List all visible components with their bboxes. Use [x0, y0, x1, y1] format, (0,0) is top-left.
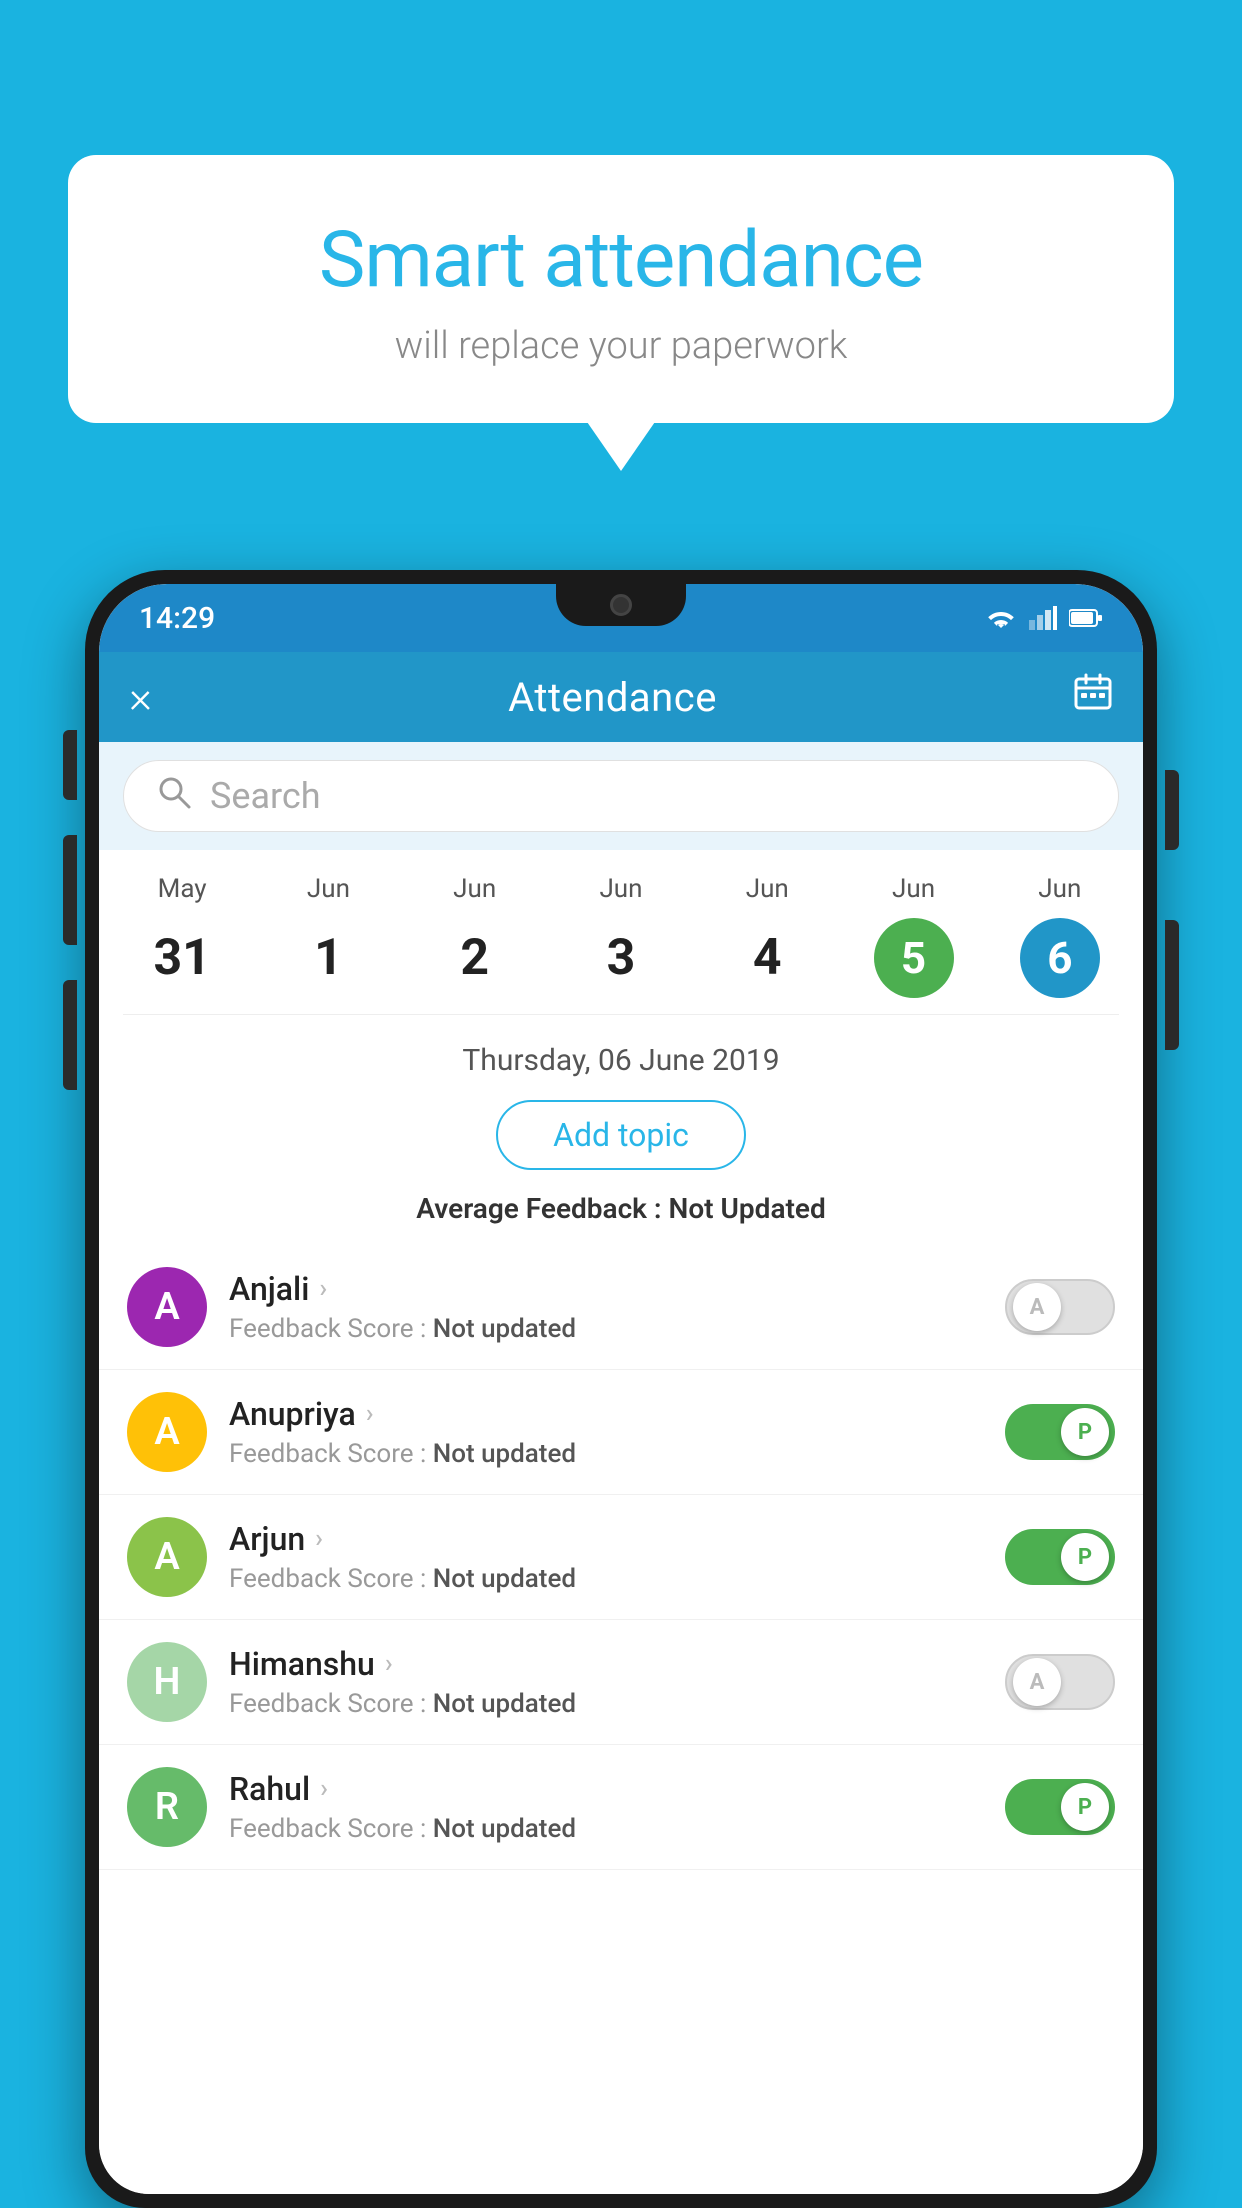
speech-bubble: Smart attendance will replace your paper… [68, 155, 1174, 423]
student-feedback: Feedback Score : Not updated [229, 1814, 983, 1844]
camera [610, 594, 632, 616]
student-name: Rahul › [229, 1770, 983, 1808]
student-feedback: Feedback Score : Not updated [229, 1314, 983, 1344]
search-bar[interactable]: Search [123, 760, 1119, 832]
student-item[interactable]: A Arjun › Feedback Score : Not updated P [99, 1495, 1143, 1620]
attendance-toggle[interactable]: A [1005, 1279, 1115, 1335]
avg-feedback-label: Average Feedback : [416, 1192, 668, 1225]
wifi-icon [985, 606, 1017, 630]
app-bar: × Attendance [99, 652, 1143, 742]
app-bar-title: Attendance [508, 674, 717, 721]
student-name: Anupriya › [229, 1395, 983, 1433]
date-info-section: Thursday, 06 June 2019 Add topic Average… [99, 1015, 1143, 1245]
students-list: AAnjali ›Feedback Score : Not updatedAAA… [99, 1245, 1143, 2194]
notch [556, 584, 686, 626]
cal-day-6[interactable]: Jun6 [1010, 874, 1110, 998]
student-avatar: A [127, 1267, 207, 1347]
left-button-1 [63, 730, 77, 800]
volume-button [1165, 770, 1179, 850]
student-avatar: R [127, 1767, 207, 1847]
attendance-toggle[interactable]: P [1005, 1779, 1115, 1835]
student-item[interactable]: H Himanshu › Feedback Score : Not updated A [99, 1620, 1143, 1745]
search-bar-container: Search [99, 742, 1143, 850]
calendar-button[interactable] [1073, 672, 1113, 722]
cal-day-1[interactable]: Jun1 [278, 874, 378, 998]
battery-icon [1069, 608, 1103, 628]
student-feedback: Feedback Score : Not updated [229, 1439, 983, 1469]
student-item[interactable]: A Anupriya › Feedback Score : Not updated P [99, 1370, 1143, 1495]
avg-feedback-value: Not Updated [669, 1192, 826, 1225]
student-name: Himanshu › [229, 1645, 983, 1683]
cal-day-5[interactable]: Jun5 [864, 874, 964, 998]
student-info: Himanshu › Feedback Score : Not updated [229, 1645, 983, 1719]
cal-day-0[interactable]: May31 [132, 874, 232, 998]
attendance-toggle[interactable]: P [1005, 1404, 1115, 1460]
status-time: 14:29 [139, 601, 215, 636]
phone-screen: 14:29 [99, 584, 1143, 2194]
attendance-toggle[interactable]: A [1005, 1654, 1115, 1710]
student-name: Arjun › [229, 1520, 983, 1558]
status-icons [985, 606, 1103, 630]
avg-feedback: Average Feedback : Not Updated [129, 1192, 1113, 1225]
cal-day-3[interactable]: Jun3 [571, 874, 671, 998]
selected-date: Thursday, 06 June 2019 [129, 1043, 1113, 1078]
bubble-title: Smart attendance [118, 215, 1124, 306]
student-item[interactable]: R Rahul › Feedback Score : Not updated P [99, 1745, 1143, 1870]
phone-frame: 14:29 [85, 570, 1157, 2208]
cal-day-4[interactable]: Jun4 [717, 874, 817, 998]
student-name: Anjali › [229, 1270, 983, 1308]
student-info: Anupriya › Feedback Score : Not updated [229, 1395, 983, 1469]
attendance-toggle[interactable]: P [1005, 1529, 1115, 1585]
status-bar: 14:29 [99, 584, 1143, 652]
student-feedback: Feedback Score : Not updated [229, 1564, 983, 1594]
student-info: Anjali › Feedback Score : Not updated [229, 1270, 983, 1344]
student-avatar: H [127, 1642, 207, 1722]
student-feedback: Feedback Score : Not updated [229, 1689, 983, 1719]
close-button[interactable]: × [129, 675, 152, 719]
cal-day-2[interactable]: Jun2 [425, 874, 525, 998]
volume-down-button [63, 980, 77, 1090]
search-icon [156, 774, 192, 819]
student-avatar: A [127, 1392, 207, 1472]
add-topic-button[interactable]: Add topic [496, 1100, 746, 1170]
speech-bubble-container: Smart attendance will replace your paper… [68, 155, 1174, 423]
student-item[interactable]: A Anjali › Feedback Score : Not updated A [99, 1245, 1143, 1370]
search-input[interactable]: Search [210, 775, 321, 817]
signal-icon [1029, 606, 1057, 630]
student-info: Arjun › Feedback Score : Not updated [229, 1520, 983, 1594]
power-button [1165, 920, 1179, 1050]
student-avatar: A [127, 1517, 207, 1597]
student-info: Rahul › Feedback Score : Not updated [229, 1770, 983, 1844]
calendar-strip: May31 Jun1 Jun2 Jun3 Jun4 Jun5 Jun6 [99, 850, 1143, 1014]
bubble-subtitle: will replace your paperwork [118, 324, 1124, 368]
volume-up-button [63, 835, 77, 945]
